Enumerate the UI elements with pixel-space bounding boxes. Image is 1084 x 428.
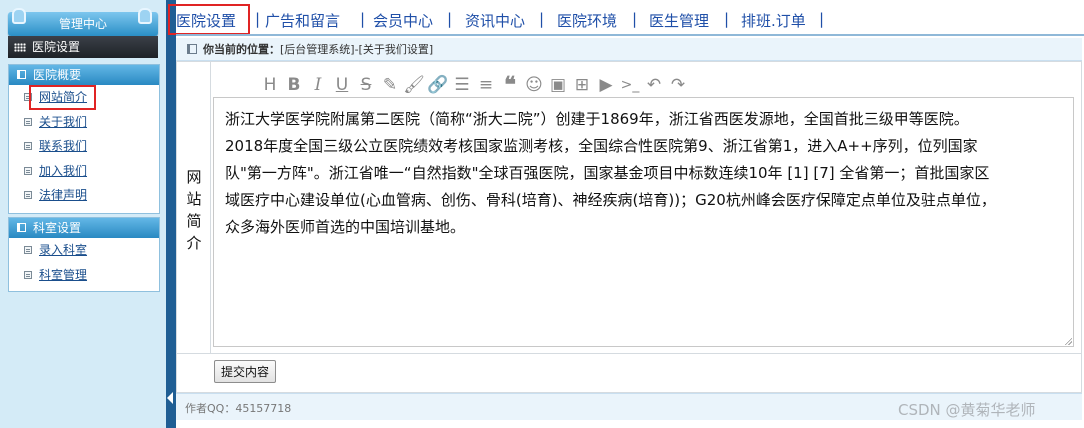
panel-title[interactable]: 医院概要 (9, 65, 159, 85)
resize-handle-icon[interactable] (1064, 337, 1072, 345)
nav-separator: | (632, 10, 638, 28)
collapse-arrow-icon[interactable] (167, 392, 173, 404)
content-form: 网站简介 H B I U S ✎ 🖌 🔗 ☰ ≡ ❝ ☺ ▣ ⊞ ▶ >_ ↶ … (176, 61, 1082, 393)
panel-department-settings: 科室设置 录入科室 科室管理 (8, 217, 160, 292)
sidebar-link[interactable]: 网站简介 (39, 85, 87, 109)
watermark: CSDN @黄菊华老师 (898, 401, 1036, 419)
nav-separator: | (255, 10, 261, 28)
table-icon[interactable]: ⊞ (569, 72, 595, 98)
sidebar-link[interactable]: 联系我们 (39, 134, 87, 158)
editor-line: 浙江大学医学院附属第二医院（简称“浙大二院”）创建于1869年，浙江省西医发源地… (225, 110, 969, 128)
breadcrumb-label: 你当前的位置： (203, 43, 280, 56)
strikethrough-icon[interactable]: S (353, 72, 379, 98)
field-label-cell: 网站简介 (177, 62, 211, 353)
tab-doctor-management[interactable]: 医生管理 (649, 10, 709, 31)
grid-icon (14, 43, 26, 52)
nav-separator: | (539, 10, 545, 28)
tab-schedule-orders[interactable]: 排班.订单 (741, 10, 806, 31)
hospital-settings-label: 医院设置 (32, 40, 81, 54)
sidebar-item-add-department[interactable]: 录入科室 (9, 238, 159, 263)
redo-icon[interactable]: ↷ (665, 72, 691, 98)
editor-line: 众多海外医师首选的中国培训基地。 (225, 218, 466, 236)
editor-line: 队"第一方阵"。浙江省唯一“自然指数"全球百强医院，国家基金项目中标数连续10年… (225, 164, 990, 182)
field-label: 网站简介 (186, 168, 202, 252)
editor-line: 域医疗中心建设单位(心血管病、创伤、骨科(培育)、神经疾病(培育))；G20杭州… (225, 191, 996, 209)
code-icon[interactable]: >_ (617, 72, 643, 98)
main-content: 医院设置 | 广告和留言 | 会员中心 | 资讯中心 | 医院环境 | 医生管理… (168, 0, 1084, 428)
rich-text-editor[interactable]: 浙江大学医学院附属第二医院（简称“浙大二院”）创建于1869年，浙江省西医发源地… (213, 97, 1074, 347)
tab-news-center[interactable]: 资讯中心 (465, 10, 525, 31)
heading-icon[interactable]: H (257, 72, 283, 98)
panel-title-label: 科室设置 (33, 221, 82, 235)
nav-separator: | (447, 10, 453, 28)
panel-title[interactable]: 科室设置 (9, 218, 159, 238)
panel-title-label: 医院概要 (33, 68, 82, 82)
tab-ads-messages[interactable]: 广告和留言 (265, 10, 340, 31)
tab-member-center[interactable]: 会员中心 (373, 10, 433, 31)
management-center-header: 管理中心 (8, 12, 158, 36)
underline-icon[interactable]: U (329, 72, 355, 98)
breadcrumb: 你当前的位置：[后台管理系统]-[关于我们设置] (176, 38, 1082, 61)
pencil-icon[interactable]: ✎ (377, 72, 403, 98)
sidebar-item-about-us[interactable]: 关于我们 (9, 110, 159, 135)
panel-icon (17, 70, 26, 79)
document-icon (24, 166, 32, 175)
submit-button[interactable]: 提交内容 (214, 360, 277, 383)
sidebar-collapse-strip[interactable] (166, 0, 176, 428)
top-nav: 医院设置 | 广告和留言 | 会员中心 | 资讯中心 | 医院环境 | 医生管理… (176, 6, 1084, 34)
nav-divider (176, 34, 1084, 36)
emoji-icon[interactable]: ☺ (521, 72, 547, 98)
document-icon (24, 246, 32, 254)
breadcrumb-text: 你当前的位置：[后台管理系统]-[关于我们设置] (203, 41, 433, 57)
hospital-settings-bar[interactable]: 医院设置 (8, 36, 158, 58)
nav-separator: | (819, 10, 825, 28)
document-icon (24, 270, 32, 279)
sidebar-item-join-us[interactable]: 加入我们 (9, 159, 159, 184)
document-icon (24, 191, 32, 199)
link-icon[interactable]: 🔗 (425, 72, 451, 98)
quote-icon[interactable]: ❝ (497, 72, 523, 98)
nav-separator: | (360, 10, 366, 28)
video-icon[interactable]: ▶ (593, 72, 619, 98)
panel-hospital-overview: 医院概要 网站简介 关于我们 联系我们 加入我们 法律声明 (8, 64, 160, 214)
sidebar-item-site-intro[interactable]: 网站简介 (9, 85, 159, 110)
sidebar-item-manage-department[interactable]: 科室管理 (9, 263, 159, 288)
italic-icon[interactable]: I (305, 72, 331, 98)
undo-icon[interactable]: ↶ (641, 72, 667, 98)
pin-icon (138, 8, 152, 24)
sidebar-item-legal[interactable]: 法律声明 (9, 183, 159, 208)
document-icon (24, 93, 32, 101)
sidebar-link[interactable]: 关于我们 (39, 110, 87, 134)
author-info: 作者QQ：45157718 (185, 402, 292, 415)
location-icon (187, 44, 197, 54)
tab-hospital-settings[interactable]: 医院设置 (176, 10, 236, 31)
editor-content[interactable]: 浙江大学医学院附属第二医院（简称“浙大二院”）创建于1869年，浙江省西医发源地… (225, 106, 1060, 241)
management-center-title: 管理中心 (58, 17, 107, 31)
sidebar-link[interactable]: 法律声明 (39, 183, 87, 207)
bold-icon[interactable]: B (281, 72, 307, 98)
pin-icon (12, 8, 26, 24)
sidebar-link[interactable]: 录入科室 (39, 238, 87, 262)
align-left-icon[interactable]: ≡ (473, 72, 499, 98)
nav-separator: | (724, 10, 730, 28)
sidebar-link[interactable]: 科室管理 (39, 263, 87, 287)
image-icon[interactable]: ▣ (545, 72, 571, 98)
unordered-list-icon[interactable]: ☰ (449, 72, 475, 98)
editor-line: 2018年度全国三级公立医院绩效考核国家监测考核，全国综合性医院第9、浙江省第1… (225, 137, 978, 155)
document-icon (24, 117, 32, 126)
sidebar: 管理中心 医院设置 医院概要 网站简介 关于我们 联系我们 加入我们 法律声明 … (0, 0, 166, 428)
breadcrumb-path: [后台管理系统]-[关于我们设置] (280, 43, 434, 56)
brush-icon[interactable]: 🖌 (401, 72, 427, 98)
tab-hospital-environment[interactable]: 医院环境 (557, 10, 617, 31)
sidebar-item-contact-us[interactable]: 联系我们 (9, 134, 159, 159)
sidebar-link[interactable]: 加入我们 (39, 159, 87, 183)
document-icon (24, 142, 32, 150)
panel-icon (17, 223, 26, 232)
row-divider (177, 353, 1081, 354)
